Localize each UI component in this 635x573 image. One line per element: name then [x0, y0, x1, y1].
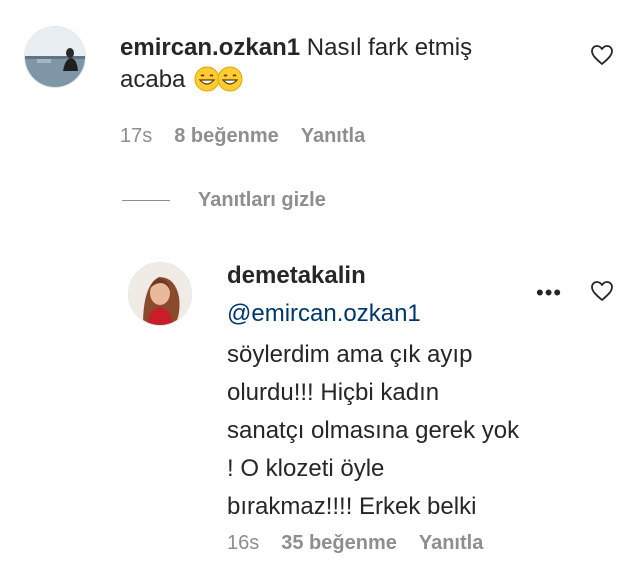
comment-time[interactable]: 17s	[120, 125, 152, 147]
hide-replies-button[interactable]: Yanıtları gizle	[198, 189, 326, 212]
comment-meta: 16s 35 beğenme Yanıtla	[227, 532, 505, 555]
avatar-demetakalin[interactable]	[128, 262, 192, 326]
reply-button[interactable]: Yanıtla	[419, 532, 483, 554]
grinning-face-emoji	[217, 66, 243, 92]
reply-button[interactable]: Yanıtla	[301, 125, 365, 147]
comment-text-line: ! O klozeti öyle	[227, 455, 385, 482]
comment-text-line: söylerdim ama çık ayıp	[227, 341, 473, 368]
avatar-emircan[interactable]	[24, 26, 86, 88]
likes-count[interactable]: 8 beğenme	[174, 125, 278, 147]
comment-text-line: olurdu!!! Hiçbi kadın	[227, 379, 440, 406]
comment-time[interactable]: 16s	[227, 532, 259, 554]
comment-username[interactable]: demetakalin	[227, 262, 366, 290]
replies-divider	[122, 200, 170, 201]
comment-text-line: sanatçı olmasına gerek yok	[227, 417, 520, 444]
heart-outline-icon[interactable]	[590, 280, 614, 302]
heart-outline-icon[interactable]	[590, 44, 614, 66]
comment-text-line: emircan.ozkan1 Nasıl fark etmiş	[120, 34, 472, 62]
comment-username[interactable]: emircan.ozkan1	[120, 34, 300, 61]
more-options-icon[interactable]: •••	[536, 280, 562, 306]
comment-text: söylerdim ama çık ayıp olurdu!!! Hiçbi k…	[227, 336, 519, 526]
comment-text-line: acaba	[120, 66, 243, 94]
mention-link[interactable]: @emircan.ozkan1	[227, 300, 421, 328]
comment-text-line: bırakmaz!!!! Erkek belki	[227, 493, 477, 520]
comment-text: acaba	[120, 66, 186, 93]
likes-count[interactable]: 35 beğenme	[281, 532, 397, 554]
comment-meta: 17s 8 beğenme Yanıtla	[120, 125, 387, 148]
comment-text: Nasıl fark etmiş	[306, 34, 473, 61]
